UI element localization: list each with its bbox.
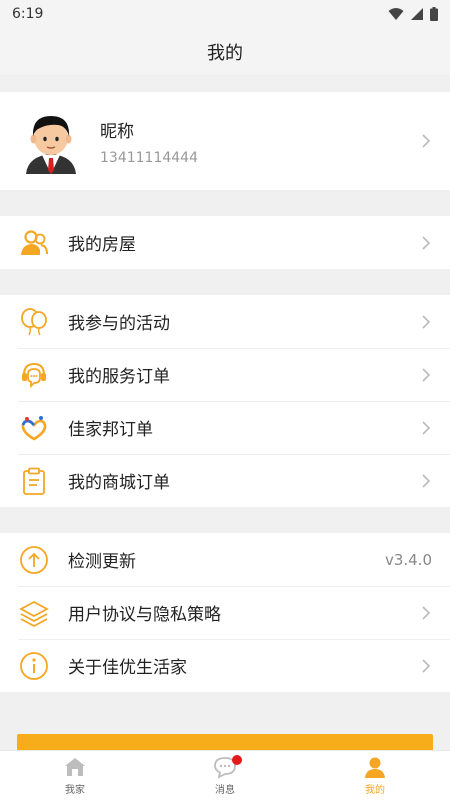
- menu-item-mall-orders[interactable]: 我的商城订单: [0, 454, 450, 507]
- menu-item-user-agreement[interactable]: 用户协议与隐私策略: [0, 586, 450, 639]
- menu-item-label: 用户协议与隐私策略: [68, 605, 221, 625]
- avatar-icon: [26, 116, 76, 174]
- profile-info: 昵称 13411114444: [100, 117, 420, 166]
- menu-item-my-house[interactable]: 我的房屋: [0, 216, 450, 269]
- jiajiabang-logo-icon: [18, 412, 50, 444]
- message-badge: [232, 755, 242, 765]
- service-headset-icon: [18, 359, 50, 391]
- battery-icon: [430, 7, 438, 21]
- menu-item-label: 我参与的活动: [68, 314, 170, 334]
- menu-item-label: 佳家邦订单: [68, 420, 153, 440]
- chevron-right-icon: [422, 473, 431, 488]
- menu-item-my-activities[interactable]: 我参与的活动: [0, 295, 450, 348]
- page-header: 我的: [0, 28, 450, 75]
- chevron-right-icon: [422, 235, 431, 250]
- tab-label: 消息: [215, 785, 235, 796]
- menu-item-label: 我的房屋: [68, 235, 136, 255]
- orders-section: 我参与的活动 我的服务订单 佳家邦订单 我的商城订单: [0, 295, 450, 507]
- upload-arrow-icon: [18, 544, 50, 576]
- tab-home[interactable]: 我家: [0, 751, 150, 800]
- settings-section: 检测更新 v3.4.0 用户协议与隐私策略 关于佳优生活家: [0, 533, 450, 692]
- menu-item-about[interactable]: 关于佳优生活家: [0, 639, 450, 692]
- status-icons: [388, 7, 438, 21]
- menu-item-label: 我的服务订单: [68, 367, 170, 387]
- chevron-right-icon: [422, 367, 431, 382]
- info-icon: [18, 650, 50, 682]
- chevron-right-icon: [422, 134, 431, 148]
- house-people-icon: [18, 227, 50, 259]
- page-title: 我的: [207, 42, 243, 64]
- menu-item-check-update[interactable]: 检测更新 v3.4.0: [0, 533, 450, 586]
- menu-item-label: 检测更新: [68, 552, 136, 572]
- chevron-right-icon: [422, 605, 431, 620]
- tab-label: 我家: [65, 785, 85, 796]
- chevron-right-icon: [422, 658, 431, 673]
- clipboard-icon: [18, 465, 50, 497]
- tab-messages[interactable]: 消息: [150, 751, 300, 800]
- home-icon: [65, 758, 85, 776]
- profile-card[interactable]: 昵称 13411114444: [0, 92, 450, 190]
- status-time: 6:19: [12, 6, 44, 22]
- tab-mine[interactable]: 我的: [300, 751, 450, 800]
- chevron-right-icon: [422, 420, 431, 435]
- version-text: v3.4.0: [384, 550, 432, 569]
- chevron-right-icon: [422, 314, 431, 329]
- nickname: 昵称: [100, 121, 134, 142]
- phone-number: 13411114444: [100, 149, 198, 166]
- status-bar: 6:19: [0, 0, 450, 28]
- signal-icon: [411, 8, 423, 20]
- layers-icon: [18, 597, 50, 629]
- menu-item-label: 关于佳优生活家: [68, 658, 187, 678]
- wifi-icon: [388, 8, 404, 20]
- tab-label: 我的: [365, 785, 385, 796]
- house-section: 我的房屋: [0, 216, 450, 269]
- menu-item-service-orders[interactable]: 我的服务订单: [0, 348, 450, 401]
- balloon-icon: [18, 306, 50, 338]
- menu-item-label: 我的商城订单: [68, 473, 170, 493]
- bottom-tab-bar: 我家 消息 我的: [0, 750, 450, 800]
- menu-item-jiajiabang-orders[interactable]: 佳家邦订单: [0, 401, 450, 454]
- person-icon: [365, 757, 385, 778]
